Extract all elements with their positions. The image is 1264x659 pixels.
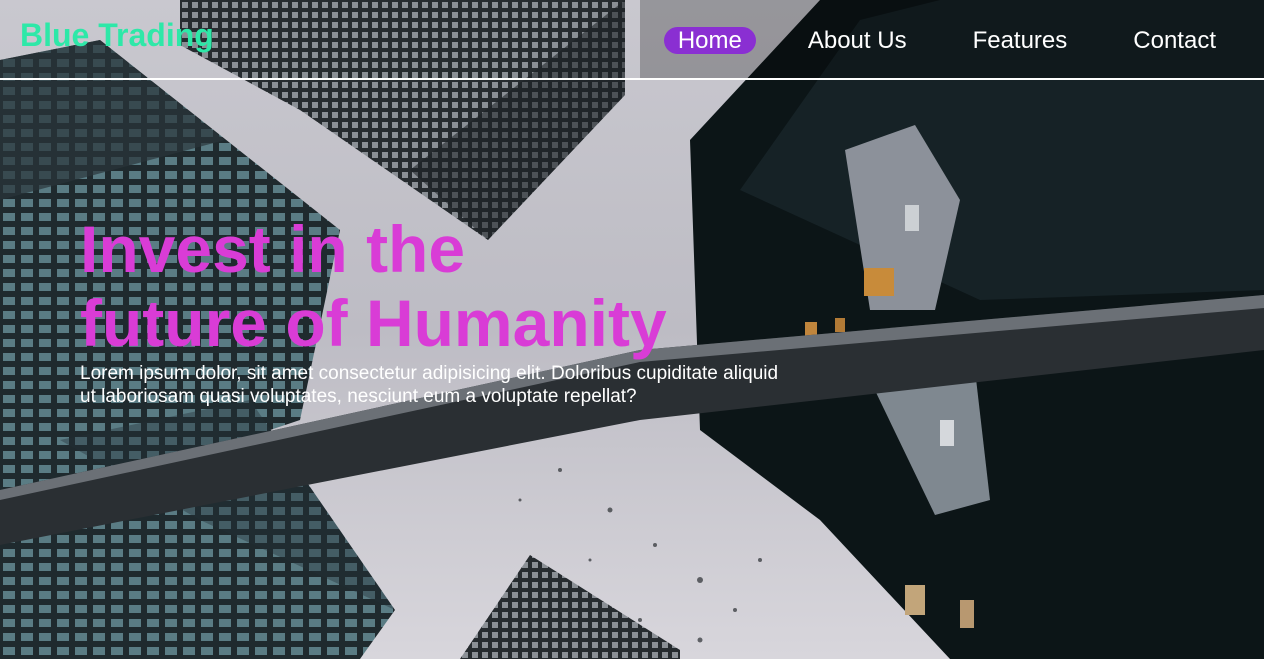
hero-section: Blue Trading Home About Us Features Cont… (0, 0, 1264, 659)
main-nav: Home About Us Features Contact (663, 27, 1230, 54)
headline-line-2: future of Humanity (80, 286, 667, 360)
lead-line-1: Lorem ipsum dolor, sit amet consectetur … (80, 363, 779, 384)
top-navbar: Blue Trading Home About Us Features Cont… (0, 0, 1264, 80)
nav-item-contact[interactable]: Contact (1119, 27, 1230, 54)
hero-lead-text: Lorem ipsum dolor, sit amet consectetur … (80, 362, 830, 408)
lead-line-2: ut laboriosam quasi voluptates, nesciunt… (80, 386, 637, 407)
brand-logo[interactable]: Blue Trading (20, 17, 214, 54)
hero-headline: Invest in the future of Humanity (80, 212, 780, 360)
headline-line-1: Invest in the (80, 212, 466, 286)
nav-item-about-us[interactable]: About Us (794, 27, 921, 54)
nav-item-home[interactable]: Home (663, 27, 756, 54)
nav-item-features[interactable]: Features (959, 27, 1082, 54)
